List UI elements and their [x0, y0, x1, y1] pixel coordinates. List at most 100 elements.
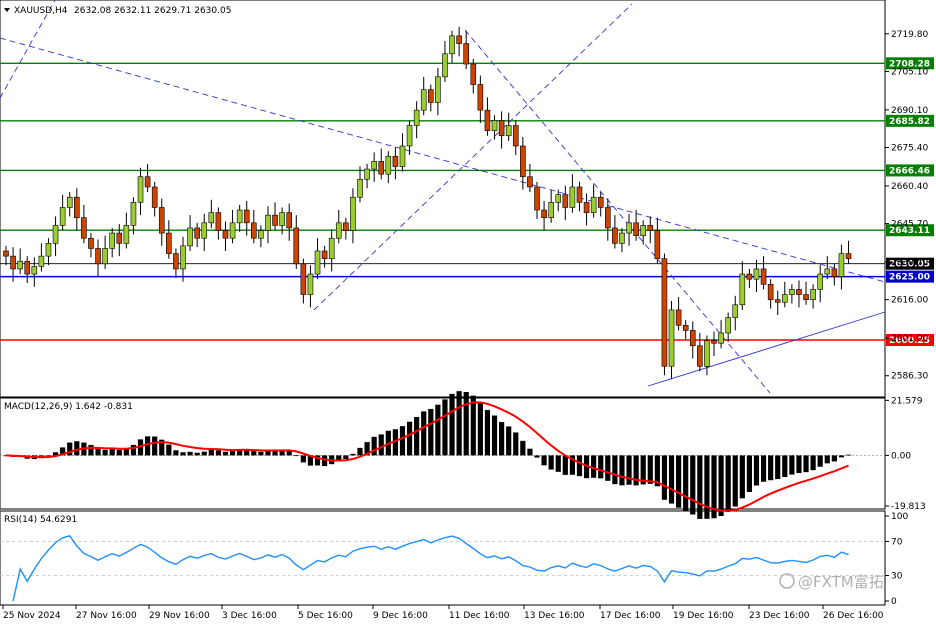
candle-bullish[interactable] [838, 253, 845, 277]
chart-canvas[interactable]: 2708.282685.822666.462643.112630.052625.… [0, 0, 936, 624]
candle-bearish[interactable] [427, 89, 434, 103]
candle-bearish[interactable] [562, 194, 569, 208]
candle-bullish[interactable] [626, 222, 632, 234]
trading-chart[interactable]: 2708.28 2685.82 2666.46 2643.11 2630.05 2625.… [0, 0, 936, 624]
candle-bullish[interactable] [704, 340, 710, 367]
candle-bearish[interactable] [286, 212, 293, 229]
candle-bullish[interactable] [279, 212, 285, 226]
candle-bullish[interactable] [449, 35, 455, 55]
candle-bullish[interactable] [187, 227, 193, 247]
candle-bullish[interactable] [399, 145, 406, 167]
candle-bearish[interactable] [470, 63, 477, 85]
candle-bearish[interactable] [633, 222, 639, 236]
candle-bullish[interactable] [17, 260, 23, 270]
candle-bullish[interactable] [569, 186, 576, 208]
candle-bearish[interactable] [831, 268, 838, 277]
candle-bullish[interactable] [413, 109, 420, 126]
candle-bullish[interactable] [810, 289, 816, 300]
candle-bearish[interactable] [81, 217, 87, 239]
candle-bullish[interactable] [208, 212, 215, 224]
candle-bullish[interactable] [640, 225, 647, 236]
candle-bullish[interactable] [123, 225, 130, 244]
candle-bearish[interactable] [10, 255, 16, 270]
candle-bullish[interactable] [732, 304, 739, 318]
candle-bearish[interactable] [697, 345, 703, 367]
candle-bearish[interactable] [689, 330, 696, 347]
candle-bullish[interactable] [668, 309, 675, 367]
candle-bearish[interactable] [215, 212, 222, 231]
candle-bearish[interactable] [604, 207, 611, 229]
candle-bearish[interactable] [647, 225, 654, 231]
candle-bullish[interactable] [406, 125, 413, 147]
candle-bullish[interactable] [335, 222, 342, 239]
candle-bullish[interactable] [590, 196, 597, 213]
candle-bearish[interactable] [456, 35, 462, 44]
candle-bearish[interactable] [272, 214, 278, 226]
candle-bearish[interactable] [541, 209, 547, 219]
candle-bearish[interactable] [321, 250, 328, 259]
candle-bearish[interactable] [194, 227, 200, 239]
candle-bullish[interactable] [824, 268, 831, 275]
candle-bullish[interactable] [314, 250, 321, 275]
candle-bullish[interactable] [38, 255, 45, 267]
candle-bearish[interactable] [251, 222, 257, 239]
candle-bearish[interactable] [760, 268, 767, 285]
candle-bearish[interactable] [498, 120, 505, 137]
candle-bearish[interactable] [774, 299, 781, 303]
candle-bullish[interactable] [371, 161, 377, 170]
candle-bearish[interactable] [803, 294, 809, 300]
candle-bullish[interactable] [130, 202, 137, 226]
candle-bullish[interactable] [59, 207, 66, 226]
candle-bearish[interactable] [300, 263, 307, 295]
candle-bullish[interactable] [31, 266, 38, 275]
candle-bearish[interactable] [845, 253, 852, 259]
candle-bullish[interactable] [102, 248, 108, 265]
candle-bullish[interactable] [201, 222, 208, 239]
candle-bullish[interactable] [781, 294, 788, 303]
candle-bearish[interactable] [151, 186, 158, 208]
candle-bullish[interactable] [718, 332, 724, 344]
candle-bearish[interactable] [392, 155, 399, 167]
candle-bearish[interactable] [158, 207, 165, 234]
candle-bearish[interactable] [166, 232, 172, 254]
candle-bullish[interactable] [357, 178, 363, 198]
candle-bullish[interactable] [45, 243, 52, 257]
candle-bullish[interactable] [753, 268, 760, 280]
candle-bullish[interactable] [364, 168, 370, 180]
candle-bearish[interactable] [463, 43, 470, 65]
candle-bullish[interactable] [180, 245, 186, 270]
candle-bearish[interactable] [95, 248, 101, 265]
candle-bearish[interactable] [24, 260, 31, 275]
candle-bearish[interactable] [767, 284, 774, 300]
candle-bullish[interactable] [385, 155, 392, 175]
candle-bearish[interactable] [746, 273, 753, 280]
candle-bullish[interactable] [137, 176, 144, 203]
candle-bearish[interactable] [527, 176, 533, 188]
candle-bullish[interactable] [236, 209, 243, 224]
candle-bullish[interactable] [307, 273, 314, 295]
candle-bearish[interactable] [597, 196, 604, 208]
candle-bullish[interactable] [109, 232, 115, 249]
candle-bearish[interactable] [3, 250, 9, 257]
candle-bearish[interactable] [116, 232, 123, 244]
candle-bullish[interactable] [548, 202, 554, 219]
candle-bearish[interactable] [512, 125, 519, 147]
candle-bullish[interactable] [505, 125, 512, 137]
candle-bullish[interactable] [491, 120, 498, 131]
candle-bearish[interactable] [661, 258, 668, 367]
candle-bearish[interactable] [74, 196, 80, 219]
candle-bearish[interactable] [343, 222, 349, 231]
candle-bearish[interactable] [796, 289, 802, 295]
candle-bullish[interactable] [442, 53, 448, 78]
candle-bullish[interactable] [435, 76, 441, 103]
candle-bearish[interactable] [654, 230, 661, 259]
candle-bullish[interactable] [420, 89, 427, 111]
candle-bullish[interactable] [817, 273, 824, 290]
candle-bullish[interactable] [725, 317, 731, 334]
candle-bearish[interactable] [88, 237, 94, 249]
candle-bearish[interactable] [477, 84, 484, 111]
candle-bearish[interactable] [484, 109, 491, 131]
candle-bearish[interactable] [711, 340, 717, 344]
candle-bearish[interactable] [534, 186, 540, 211]
candle-bearish[interactable] [378, 161, 385, 175]
